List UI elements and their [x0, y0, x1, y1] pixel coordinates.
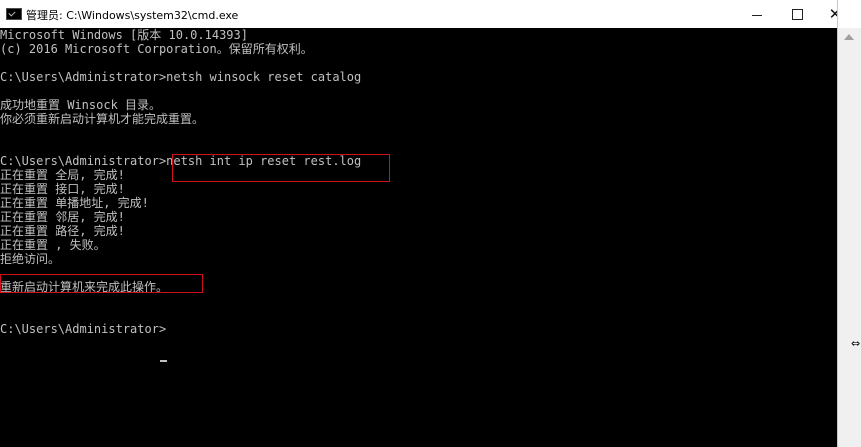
- console-line: 正在重置 邻居, 完成!: [0, 210, 125, 224]
- close-button[interactable]: ✕: [815, 0, 837, 28]
- window-titlebar[interactable]: 管理员: C:\Windows\system32\cmd.exe ✕: [0, 0, 837, 28]
- minimize-icon: [752, 14, 762, 16]
- cmd-icon: [6, 8, 22, 20]
- scroll-up-icon[interactable]: [844, 34, 854, 40]
- console-line: 正在重置 路径, 完成!: [0, 224, 125, 238]
- prompt-line: C:\Users\Administrator>: [0, 322, 167, 336]
- console-line: 你必须重新启动计算机才能完成重置。: [0, 112, 205, 126]
- minimize-button[interactable]: [737, 0, 777, 28]
- console-line: 正在重置 , 失败。: [0, 238, 106, 252]
- close-icon: ✕: [829, 6, 837, 22]
- console-output[interactable]: Microsoft Windows [版本 10.0.14393] (c) 20…: [0, 28, 836, 447]
- command-highlight: [172, 154, 390, 182]
- window-title: 管理员: C:\Windows\system32\cmd.exe: [26, 9, 239, 22]
- console-line: 拒绝访问。: [0, 252, 61, 266]
- maximize-icon: [791, 8, 803, 20]
- console-line: C:\Users\Administrator>netsh winsock res…: [0, 70, 362, 84]
- cmd-window: 管理员: C:\Windows\system32\cmd.exe ✕ Micro…: [0, 0, 838, 447]
- console-line: 正在重置 全局, 完成!: [0, 168, 125, 182]
- console-line: Microsoft Windows [版本 10.0.14393]: [0, 28, 248, 42]
- restart-highlight: [0, 274, 203, 293]
- resize-horizontal-icon: ⇔: [851, 337, 861, 350]
- text-cursor: [160, 360, 167, 362]
- maximize-button[interactable]: [777, 0, 817, 28]
- console-line: 正在重置 接口, 完成!: [0, 182, 125, 196]
- console-line: (c) 2016 Microsoft Corporation。保留所有权利。: [0, 42, 313, 56]
- console-line: 正在重置 单播地址, 完成!: [0, 196, 149, 210]
- vertical-scrollbar[interactable]: [838, 28, 861, 447]
- console-line: 成功地重置 Winsock 目录。: [0, 98, 162, 112]
